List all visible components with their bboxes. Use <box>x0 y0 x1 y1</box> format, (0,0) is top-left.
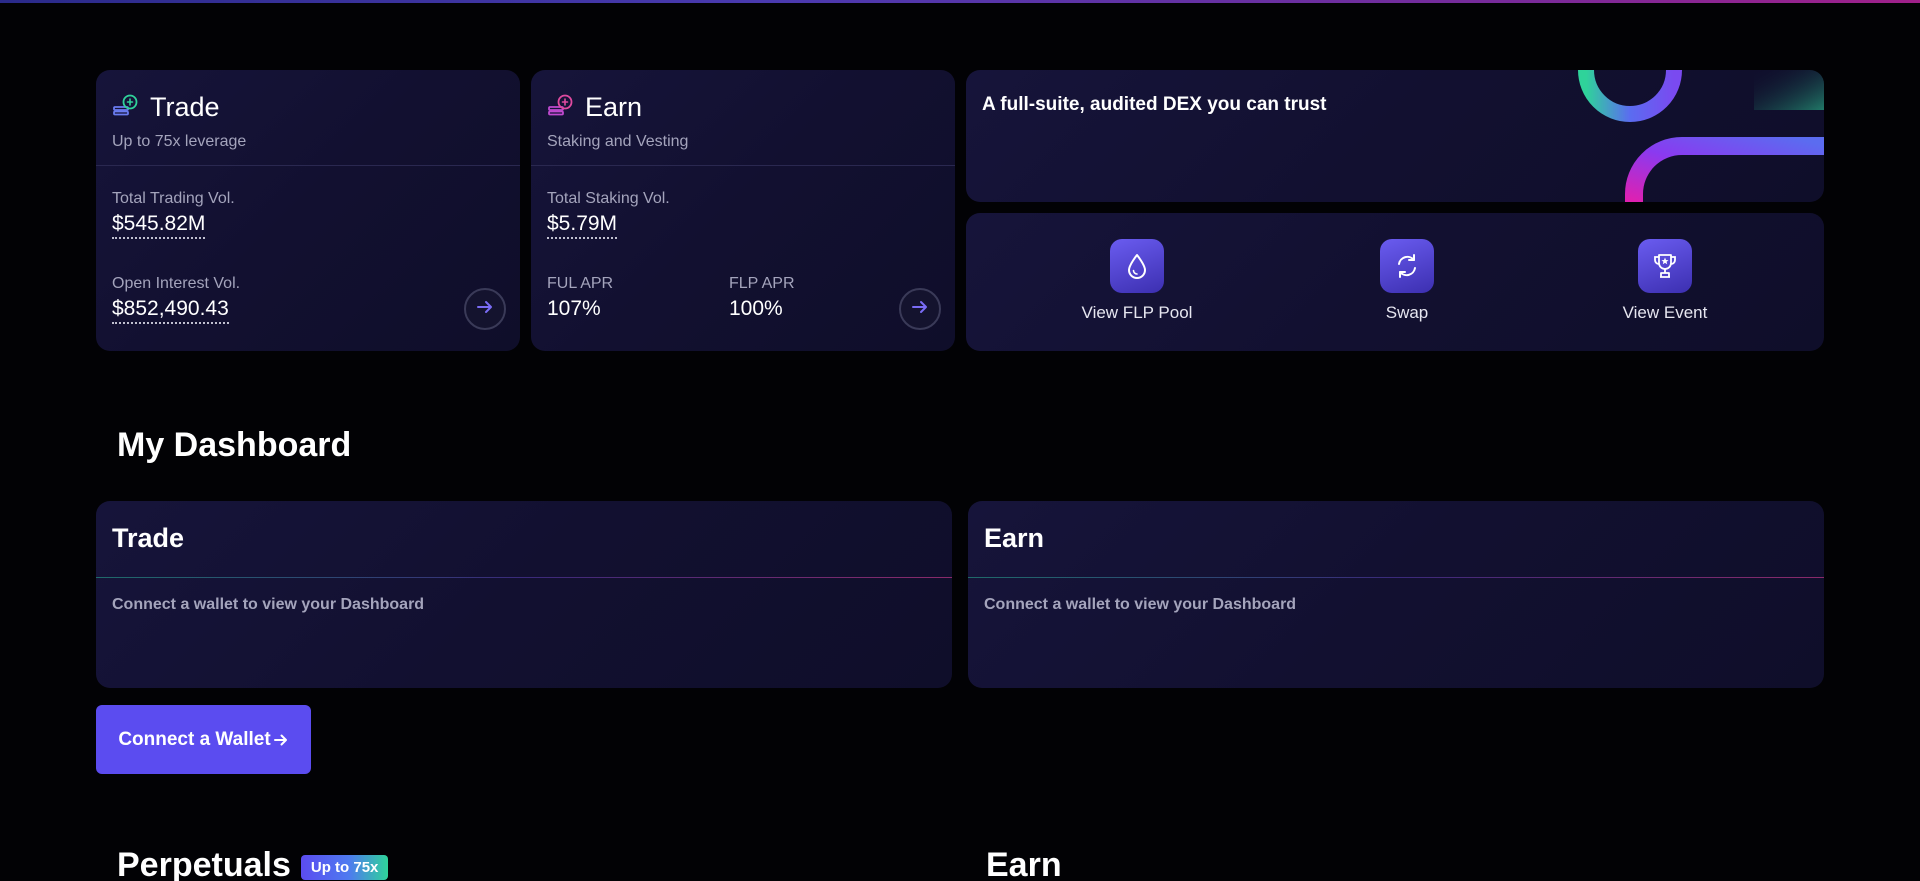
trade-card-header: Trade Up to 75x leverage <box>96 70 520 166</box>
earn-stat-card: Earn Staking and Vesting Total Staking V… <box>531 70 955 351</box>
ful-apr-stat: FUL APR 107% <box>547 275 613 322</box>
connect-wallet-button[interactable]: Connect a Wallet <box>96 705 311 774</box>
flp-apr-stat: FLP APR 100% <box>729 275 795 322</box>
trade-arrow-button[interactable] <box>464 288 506 330</box>
stat-label: FUL APR <box>547 275 614 292</box>
quick-action-label: View Event <box>1622 303 1708 322</box>
arrow-right-icon <box>273 733 289 747</box>
dashboard-earn-title: Earn <box>984 523 1045 553</box>
dashboard-trade-message: Connect a wallet to view your Dashboard <box>112 596 425 613</box>
stat-value[interactable]: $852,490.43 <box>112 297 229 324</box>
dashboard-earn-card: Earn Connect a wallet to view your Dashb… <box>968 501 1824 688</box>
stat-label: Total Trading Vol. <box>112 190 235 207</box>
top-accent-line <box>0 0 1920 3</box>
trade-stat-card: Trade Up to 75x leverage Total Trading V… <box>96 70 520 351</box>
view-flp-pool-action[interactable]: View FLP Pool <box>1047 239 1227 323</box>
earn-arrow-button[interactable] <box>899 288 941 330</box>
dashboard-trade-card: Trade Connect a wallet to view your Dash… <box>96 501 952 688</box>
quick-action-label: Swap <box>1385 303 1429 322</box>
stat-value[interactable]: $545.82M <box>112 212 206 239</box>
quick-actions-card: View FLP Pool Swap View Event <box>966 213 1824 351</box>
audit-banner[interactable]: A full-suite, audited DEX you can trust <box>966 70 1824 202</box>
stat-value[interactable]: $5.79M <box>547 212 618 239</box>
trade-card-title: Trade <box>150 92 220 122</box>
quick-action-label: View FLP Pool <box>1081 303 1193 322</box>
view-event-action[interactable]: View Event <box>1575 239 1755 323</box>
earn-card-header: Earn Staking and Vesting <box>531 70 955 166</box>
trade-volume-stat: Total Trading Vol. $545.82M <box>112 190 235 239</box>
swap-action[interactable]: Swap <box>1317 239 1497 323</box>
trophy-icon <box>1638 239 1692 293</box>
arrow-right-icon <box>476 300 494 319</box>
dashboard-trade-title: Trade <box>112 523 185 553</box>
dashboard-title: My Dashboard <box>117 426 352 464</box>
perpetuals-title-text: Perpetuals <box>117 846 291 881</box>
trade-coins-icon <box>112 93 140 122</box>
earn-coins-icon <box>547 93 575 122</box>
stat-value: 100% <box>729 297 783 320</box>
banner-title: A full-suite, audited DEX you can trust <box>982 94 1327 115</box>
trade-card-subtitle: Up to 75x leverage <box>112 133 247 150</box>
swap-refresh-icon <box>1380 239 1434 293</box>
stat-label: FLP APR <box>729 275 795 292</box>
droplet-icon <box>1110 239 1164 293</box>
stat-value: 107% <box>547 297 601 320</box>
stat-label: Open Interest Vol. <box>112 275 241 292</box>
leverage-badge: Up to 75x <box>300 854 389 880</box>
banner-decoration <box>1578 70 1824 202</box>
dashboard-earn-message: Connect a wallet to view your Dashboard <box>984 596 1297 613</box>
connect-wallet-label: Connect a Wallet <box>118 728 271 750</box>
stat-label: Total Staking Vol. <box>547 190 670 207</box>
staking-volume-stat: Total Staking Vol. $5.79M <box>547 190 670 239</box>
earn-card-subtitle: Staking and Vesting <box>547 133 689 150</box>
earn-section-title: Earn <box>986 846 1062 881</box>
open-interest-stat: Open Interest Vol. $852,490.43 <box>112 275 240 324</box>
perpetuals-title: Perpetuals Up to 75x <box>117 846 389 881</box>
arrow-right-icon <box>911 300 929 319</box>
earn-card-title: Earn <box>585 92 643 122</box>
